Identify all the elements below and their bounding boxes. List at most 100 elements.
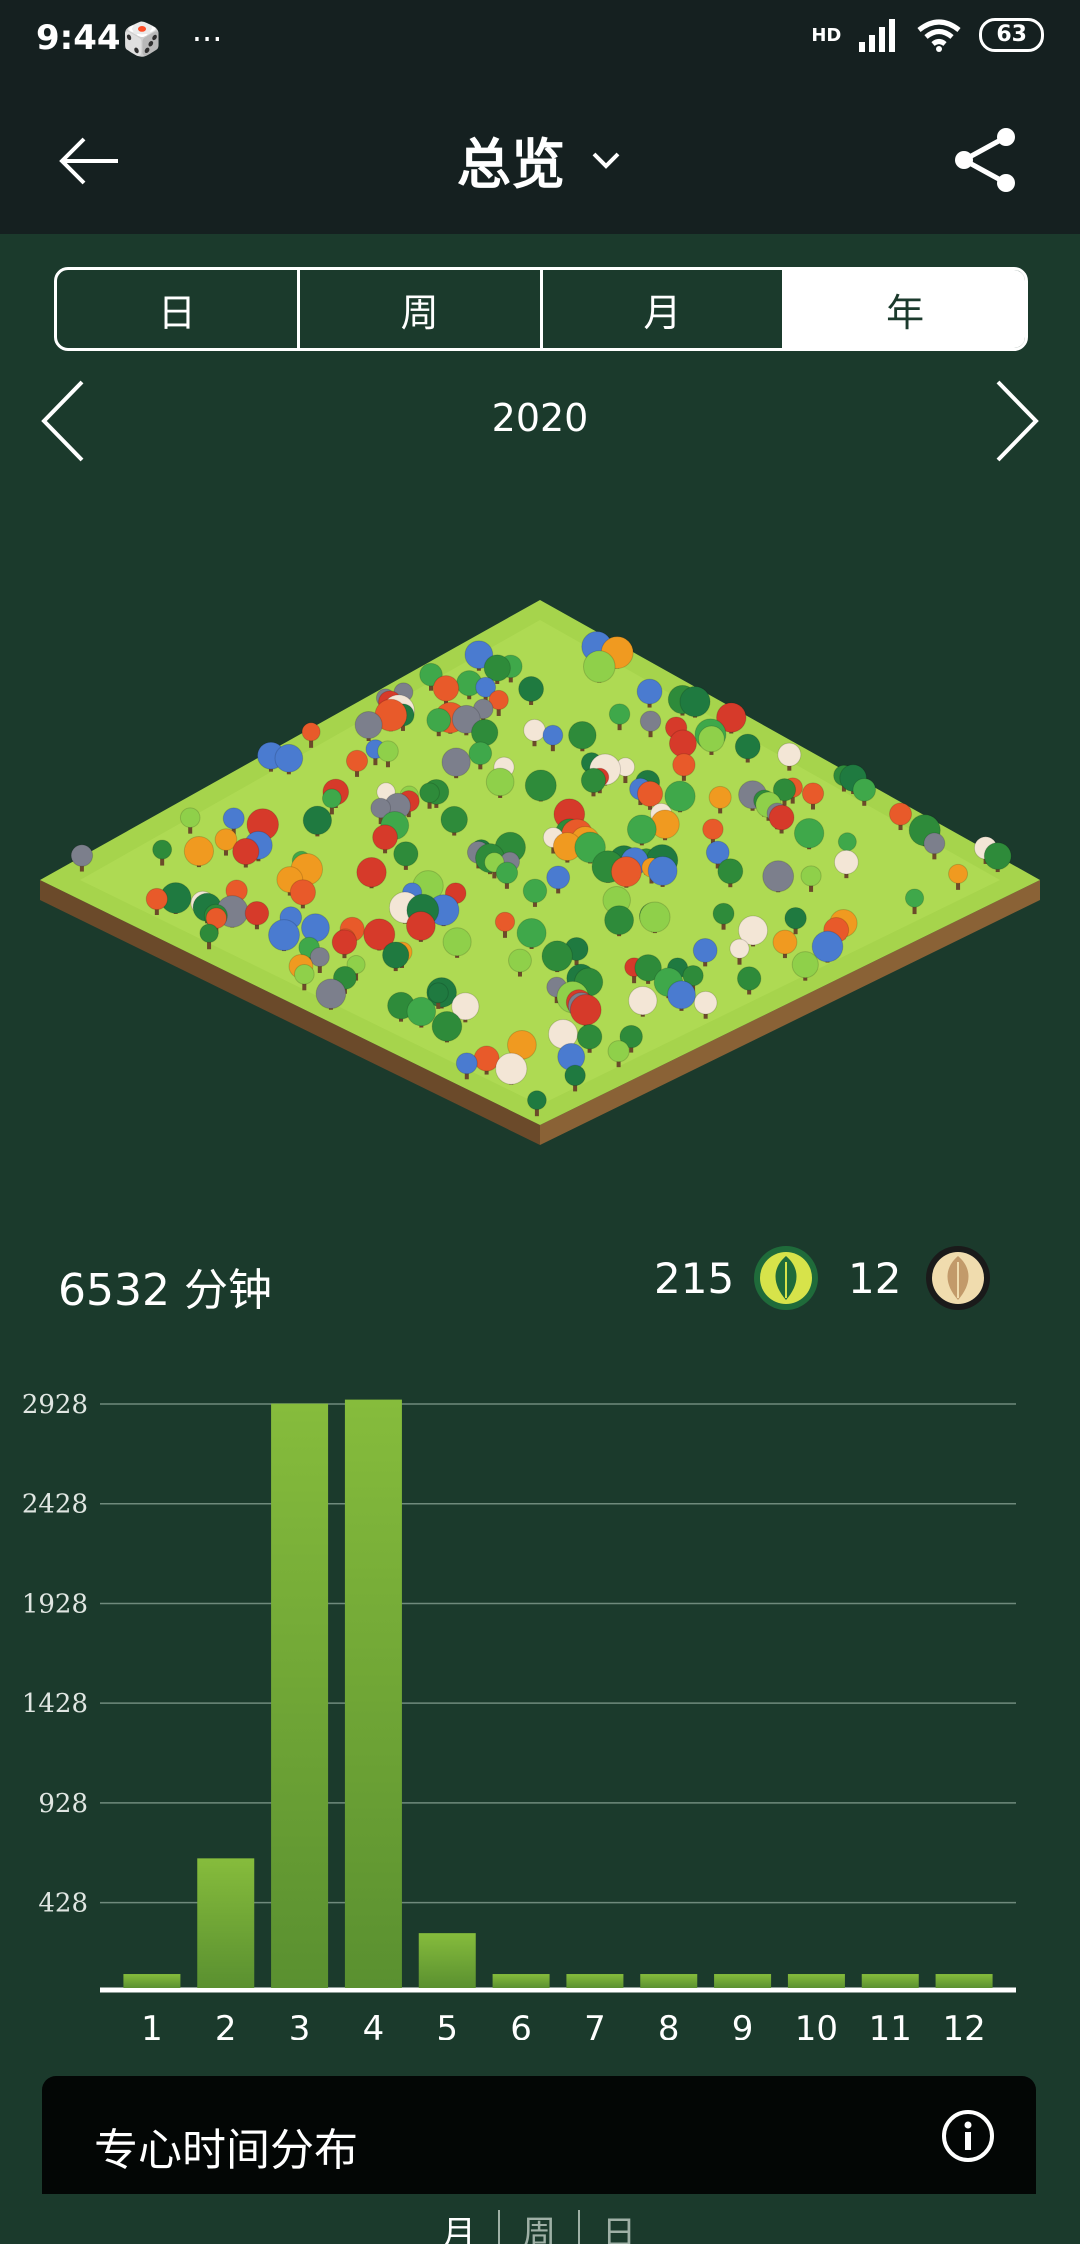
tree-crown xyxy=(610,856,642,888)
total-focus-minutes: 6532 分钟 xyxy=(58,1265,272,1316)
tree-crown xyxy=(983,842,1012,870)
tree-crown xyxy=(315,978,347,1010)
tree-crown xyxy=(232,837,260,866)
tree-crown xyxy=(768,804,795,831)
tree-crown xyxy=(604,905,635,936)
tree-crown xyxy=(268,919,300,952)
x-tick-label: 1 xyxy=(141,2009,163,2040)
tree-crown xyxy=(345,749,369,772)
tree-crown xyxy=(302,805,333,836)
tree-crown xyxy=(441,747,471,777)
tree-crown xyxy=(485,767,515,797)
tree-crown xyxy=(888,802,913,826)
x-tick-label: 5 xyxy=(436,2009,458,2040)
tree-crown xyxy=(668,729,697,758)
tree-crown xyxy=(693,990,718,1015)
bar-month-11 xyxy=(861,1974,919,1988)
dead-tree-leaf-icon xyxy=(926,1246,990,1310)
tree-crown xyxy=(923,832,946,855)
tree-crown xyxy=(811,930,844,963)
tree-crown xyxy=(568,720,597,750)
more-notifications-icon: ··· xyxy=(191,20,223,58)
segment-day[interactable]: 日 xyxy=(57,270,300,348)
dead-tree-count: 12 xyxy=(848,1254,902,1303)
tree-crown xyxy=(179,807,201,828)
tree-crown xyxy=(145,887,168,911)
wifi-icon xyxy=(917,19,961,52)
tree-crown xyxy=(576,1024,603,1050)
tree-crown xyxy=(717,858,744,885)
tree-crown xyxy=(470,718,499,747)
period-label: 2020 xyxy=(491,396,589,440)
tree-crown xyxy=(708,785,732,809)
tree-crown xyxy=(356,857,387,888)
tree-crown xyxy=(199,923,219,943)
y-tick-label: 2928 xyxy=(22,1390,88,1420)
tree-crown xyxy=(672,753,696,777)
tree-crown xyxy=(800,865,822,887)
tree-crown xyxy=(793,818,825,849)
share-icon[interactable] xyxy=(950,124,1022,196)
tree-crown xyxy=(698,725,725,753)
tab-week[interactable]: 周 xyxy=(522,2206,556,2244)
x-tick-label: 9 xyxy=(732,2009,754,2040)
tree-crown xyxy=(647,855,678,886)
stats-row: 6532 分钟 215 12 xyxy=(0,1240,1080,1320)
segment-week[interactable]: 周 xyxy=(300,270,543,348)
app-bar: 总览 xyxy=(0,82,1080,234)
tree-crown xyxy=(382,941,410,969)
distribution-tabs: 月 周 日 xyxy=(42,2194,1036,2244)
tree-crown xyxy=(522,878,548,904)
period-navigator: 2020 xyxy=(0,370,1080,470)
tree-crown xyxy=(712,902,735,925)
segment-year[interactable]: 年 xyxy=(785,270,1025,348)
x-tick-label: 11 xyxy=(869,2009,912,2040)
tree-crown xyxy=(495,861,519,885)
x-tick-label: 2 xyxy=(215,2009,237,2040)
tree-crown xyxy=(419,782,440,804)
tab-month[interactable]: 月 xyxy=(442,2206,476,2244)
x-tick-label: 3 xyxy=(289,2009,311,2040)
tree-crown xyxy=(734,733,761,760)
tree-crown xyxy=(431,1011,463,1042)
tree-crown xyxy=(608,703,631,725)
tree-crown xyxy=(904,888,925,908)
tree-crown xyxy=(801,782,825,805)
tree-crown xyxy=(628,985,658,1016)
info-icon[interactable] xyxy=(940,2108,996,2164)
y-tick-label: 1928 xyxy=(22,1589,88,1619)
page-title: 总览 xyxy=(457,133,565,196)
panel-title: 专心时间分布 xyxy=(94,2125,358,2176)
tree-crown xyxy=(455,1052,478,1075)
tree-crown xyxy=(582,650,616,683)
period-segmented-control: 日 周 月 年 xyxy=(54,267,1028,351)
tree-crown xyxy=(791,951,819,979)
tree-crown xyxy=(508,948,532,973)
tree-crown xyxy=(639,901,671,933)
next-period-icon[interactable] xyxy=(984,376,1044,466)
tree-crown xyxy=(541,940,573,972)
tab-divider xyxy=(498,2210,500,2244)
bar-month-1 xyxy=(123,1974,181,1988)
tree-crown xyxy=(244,901,270,926)
segment-month[interactable]: 月 xyxy=(543,270,786,348)
x-tick-label: 8 xyxy=(658,2009,680,2040)
title-dropdown[interactable]: 总览 xyxy=(0,120,1080,199)
y-tick-label: 928 xyxy=(38,1789,88,1819)
tree-crown xyxy=(152,839,173,860)
tree-crown xyxy=(301,722,321,742)
live-tree-leaf-icon xyxy=(754,1246,818,1310)
tab-divider xyxy=(578,2210,580,2244)
tree-crown xyxy=(70,844,94,867)
tree-crown xyxy=(427,982,449,1004)
tree-crown xyxy=(524,769,557,802)
live-tree-count: 215 xyxy=(654,1254,735,1303)
tree-crown xyxy=(432,675,460,702)
tab-day[interactable]: 日 xyxy=(602,2206,636,2244)
x-tick-label: 4 xyxy=(363,2009,385,2040)
bar-month-8 xyxy=(640,1974,698,1988)
tree-crown xyxy=(636,678,663,705)
tree-crown xyxy=(518,676,545,702)
notification-icon: 🎲 xyxy=(122,20,162,58)
tree-crown xyxy=(852,778,877,802)
